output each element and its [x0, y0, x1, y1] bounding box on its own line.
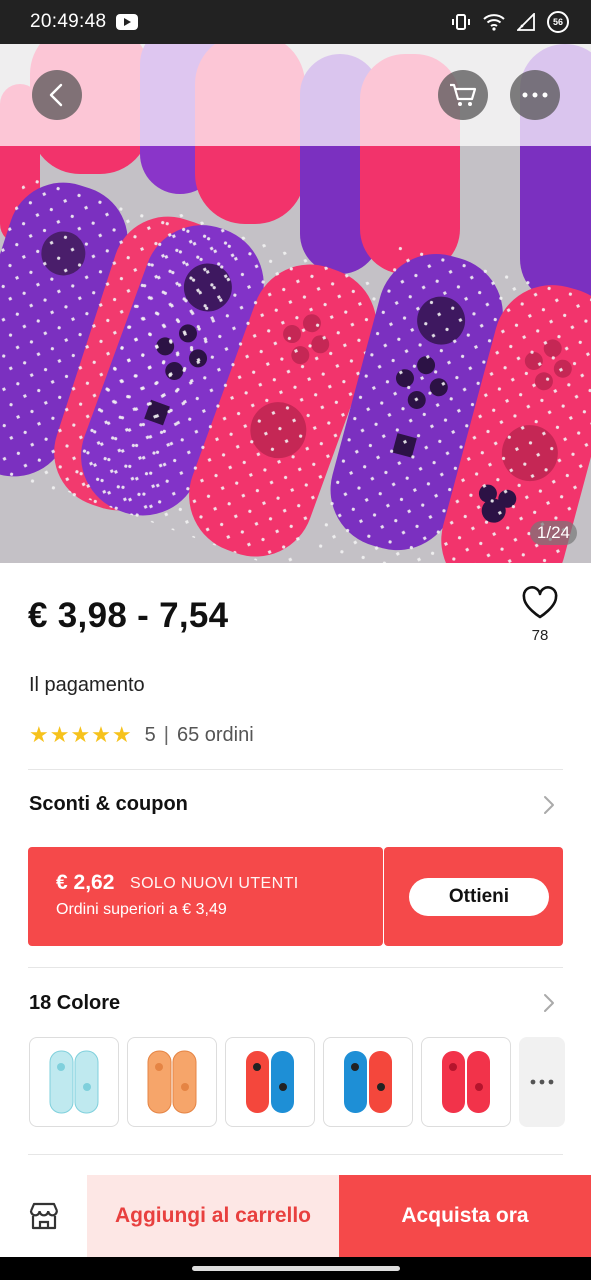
chevron-right-icon[interactable]: [542, 794, 556, 816]
system-nav-bar: [0, 1257, 591, 1280]
payment-label[interactable]: Il pagamento: [29, 674, 145, 697]
coupon-condition: Ordini superiori a € 3,49: [56, 901, 227, 918]
network-badge: 56: [547, 11, 569, 33]
home-indicator[interactable]: [192, 1266, 400, 1271]
joycon-clear-blue: [49, 1050, 99, 1114]
back-button[interactable]: [32, 70, 82, 120]
color-swatch[interactable]: [127, 1037, 217, 1127]
bottom-action-bar: Aggiungi al carrello Acquista ora: [0, 1175, 591, 1257]
colors-title[interactable]: 18 Colore: [29, 992, 120, 1015]
image-counter: 1/24: [529, 521, 577, 545]
discounts-title[interactable]: Sconti & coupon: [29, 793, 188, 816]
wishlist-button[interactable]: 78: [518, 586, 562, 644]
heart-icon: [522, 586, 558, 619]
store-button[interactable]: [28, 1201, 60, 1236]
coupon-perforation-right: [559, 851, 567, 943]
status-bar: 20:49:48 56: [0, 0, 591, 44]
orders-count: 65 ordini: [176, 723, 254, 746]
wishlist-count: 78: [531, 627, 549, 644]
more-options-button[interactable]: [510, 70, 560, 120]
vibrate-icon: [452, 14, 470, 30]
get-coupon-button[interactable]: Ottieni: [409, 878, 549, 916]
joycon-clear-orange: [147, 1050, 197, 1114]
coupon-tag: SOLO NUOVI UTENTI: [130, 875, 299, 892]
divider: [28, 769, 563, 770]
youtube-icon: [116, 14, 139, 30]
divider: [28, 1154, 563, 1155]
color-swatch[interactable]: [29, 1037, 119, 1127]
product-image-carousel[interactable]: 1/24: [0, 44, 591, 563]
joycon-blue-red: [344, 1051, 392, 1113]
chevron-right-icon[interactable]: [542, 992, 556, 1014]
status-icons: 56: [451, 11, 569, 33]
coupon-action: Ottieni: [384, 847, 563, 946]
product-price: € 3,98 - 7,54: [28, 596, 229, 635]
joycon-red-blue: [246, 1051, 294, 1113]
cart-icon: [450, 83, 477, 106]
coupon-card: € 2,62 SOLO NUOVI UTENTI Ordini superior…: [28, 847, 383, 946]
joycon-red-red: [442, 1051, 490, 1113]
color-swatch[interactable]: [225, 1037, 315, 1127]
more-icon: [522, 92, 548, 98]
coupon-amount: € 2,62: [56, 871, 115, 894]
header-overlay: [0, 44, 591, 146]
store-icon: [29, 1202, 59, 1230]
add-to-cart-button[interactable]: Aggiungi al carrello: [87, 1175, 339, 1257]
status-time: 20:49:48: [30, 11, 107, 32]
buy-now-button[interactable]: Acquista ora: [339, 1175, 591, 1257]
coupon-perforation-left: [24, 851, 32, 943]
color-swatch-list: [29, 1037, 565, 1127]
color-swatch[interactable]: [323, 1037, 413, 1127]
more-icon: [530, 1079, 554, 1085]
color-swatch[interactable]: [421, 1037, 511, 1127]
rating-separator: |: [163, 723, 169, 746]
rating-row[interactable]: ★★★★★ 5 | 65 ordini: [29, 722, 254, 748]
wifi-icon: [483, 14, 505, 31]
more-colors-button[interactable]: [519, 1037, 565, 1127]
rating-value: 5: [144, 723, 156, 746]
rating-stars: ★★★★★: [29, 722, 133, 747]
back-icon: [49, 83, 63, 107]
divider: [28, 967, 563, 968]
cart-button[interactable]: [438, 70, 488, 120]
signal-icon: [517, 13, 535, 31]
